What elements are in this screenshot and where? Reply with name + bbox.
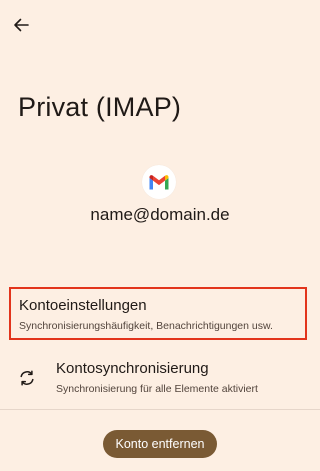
account-detail-screen: Privat (IMAP) name@domain.de Kontoeinste…: [0, 0, 320, 471]
account-avatar: [142, 165, 176, 199]
account-settings-subtitle: Synchronisierungshäufigkeit, Benachricht…: [19, 320, 273, 332]
account-email: name@domain.de: [90, 205, 230, 224]
back-button[interactable]: [8, 12, 34, 38]
gmail-logo-icon: [149, 174, 169, 189]
sync-icon: [20, 370, 34, 386]
account-settings-item[interactable]: Kontoeinstellungen Synchronisierungshäuf…: [9, 287, 307, 340]
remove-account-button[interactable]: Konto entfernen: [103, 430, 217, 458]
arrow-left-icon: [14, 18, 29, 32]
account-settings-title: Kontoeinstellungen: [19, 297, 147, 314]
account-sync-title: Kontosynchronisierung: [56, 360, 209, 377]
account-sync-subtitle: Synchronisierung für alle Elemente aktiv…: [56, 383, 258, 395]
account-sync-item[interactable]: Kontosynchronisierung Synchronisierung f…: [0, 352, 320, 404]
divider: [0, 409, 320, 410]
page-title: Privat (IMAP): [18, 92, 182, 122]
